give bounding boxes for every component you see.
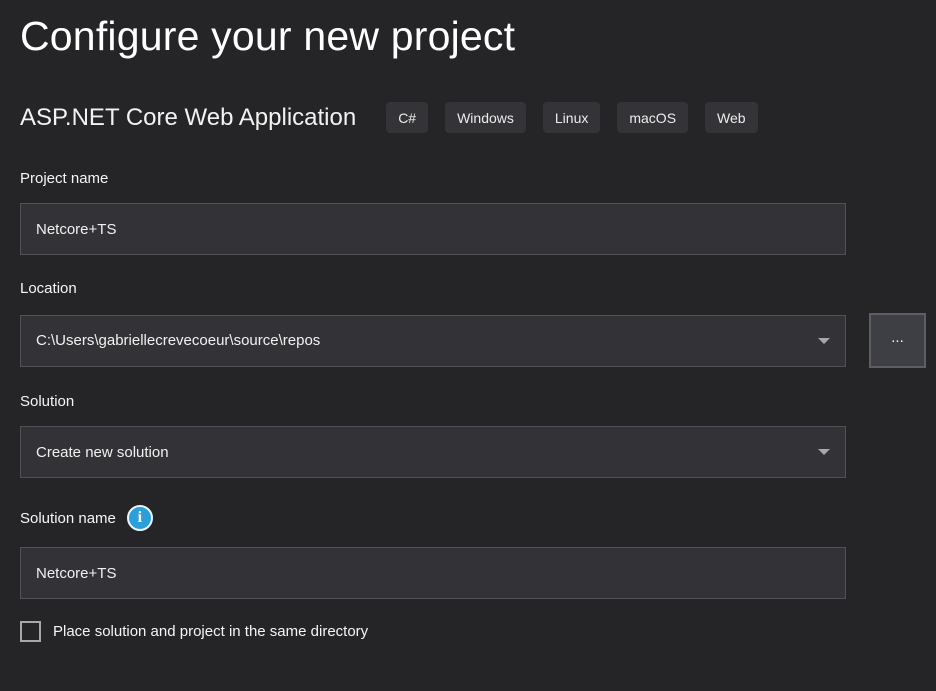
- tag-web: Web: [705, 102, 758, 133]
- location-combobox[interactable]: C:\Users\gabriellecrevecoeur\source\repo…: [20, 315, 846, 367]
- same-directory-checkbox[interactable]: [20, 621, 41, 642]
- project-name-label: Project name: [20, 170, 936, 187]
- template-name: ASP.NET Core Web Application: [20, 104, 356, 132]
- tag-macos: macOS: [617, 102, 688, 133]
- template-header: ASP.NET Core Web Application C# Windows …: [20, 102, 936, 133]
- solution-combobox[interactable]: Create new solution: [20, 426, 846, 478]
- solution-name-label: Solution name: [20, 510, 116, 527]
- info-icon[interactable]: i: [127, 505, 153, 531]
- configure-project-dialog: Configure your new project ASP.NET Core …: [0, 0, 936, 642]
- same-directory-row[interactable]: Place solution and project in the same d…: [20, 621, 936, 642]
- solution-name-header: Solution name i: [20, 505, 936, 531]
- solution-label: Solution: [20, 393, 936, 410]
- project-name-input[interactable]: [20, 203, 846, 255]
- location-row: C:\Users\gabriellecrevecoeur\source\repo…: [20, 313, 936, 368]
- chevron-down-icon: [818, 338, 830, 344]
- chevron-down-icon: [818, 449, 830, 455]
- solution-row: Create new solution: [20, 426, 936, 478]
- page-title: Configure your new project: [20, 0, 936, 62]
- tag-windows: Windows: [445, 102, 526, 133]
- location-value: C:\Users\gabriellecrevecoeur\source\repo…: [36, 332, 320, 349]
- solution-value: Create new solution: [36, 444, 169, 461]
- browse-button[interactable]: ...: [869, 313, 926, 368]
- location-label: Location: [20, 280, 936, 297]
- solution-name-input[interactable]: [20, 547, 846, 599]
- tag-csharp: C#: [386, 102, 428, 133]
- tag-linux: Linux: [543, 102, 600, 133]
- same-directory-label[interactable]: Place solution and project in the same d…: [53, 623, 368, 640]
